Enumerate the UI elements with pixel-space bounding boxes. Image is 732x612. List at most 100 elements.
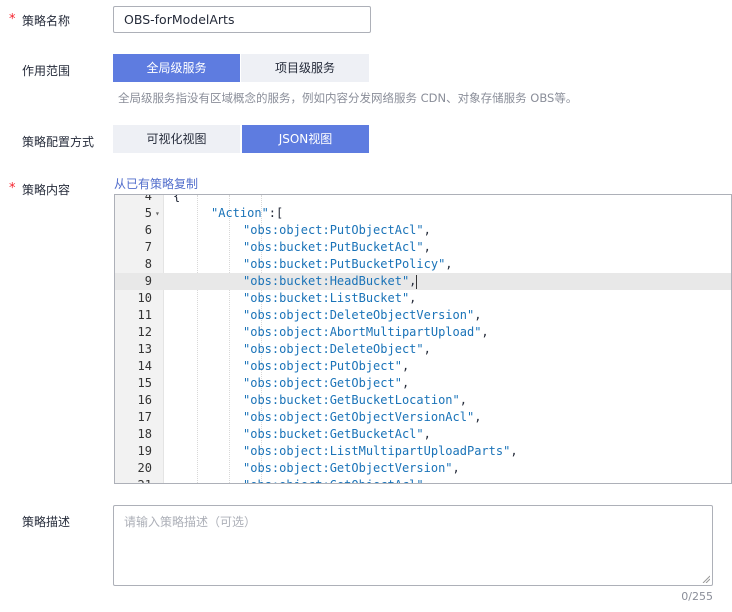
scope-label: 作用范围 — [22, 64, 71, 78]
code-line[interactable]: 21 "obs:object:GetObjectAcl", — [115, 477, 731, 483]
required-asterisk: * — [9, 181, 16, 196]
json-string: "obs:bucket:HeadBucket" — [243, 274, 410, 288]
json-punct: , — [510, 444, 518, 458]
code-line[interactable]: 4{ — [115, 194, 731, 205]
json-punct: , — [409, 274, 417, 288]
line-number: 14 — [137, 359, 152, 373]
code-text: "obs:object:GetObject", — [243, 375, 409, 392]
json-punct: , — [459, 393, 467, 407]
line-number: 7 — [144, 240, 152, 254]
text-cursor — [416, 274, 418, 289]
line-number: 15 — [137, 376, 152, 390]
json-punct: , — [409, 291, 417, 305]
json-string: "obs:bucket:PutBucketAcl" — [243, 240, 424, 254]
code-text: "obs:object:DeleteObjectVersion", — [243, 307, 481, 324]
scope-project-button[interactable]: 项目级服务 — [241, 54, 369, 82]
line-number: 18 — [137, 427, 152, 441]
code-text: "obs:bucket:ListBucket", — [243, 290, 416, 307]
code-line[interactable]: 8 "obs:bucket:PutBucketPolicy", — [115, 256, 731, 273]
line-number: 11 — [137, 308, 152, 322]
line-number: 6 — [144, 223, 152, 237]
json-punct: , — [401, 376, 410, 390]
line-number: 4 — [144, 194, 152, 203]
json-code-editor[interactable]: 4{5 ▾ "Action":[6 "obs:object:PutObjectAcl"… — [114, 194, 732, 484]
code-text: "obs:object:GetObjectVersion", — [243, 460, 460, 477]
json-string: "obs:object:PutObject" — [243, 359, 402, 373]
line-number: 17 — [137, 410, 152, 424]
code-text: "obs:bucket:GetBucketAcl", — [243, 426, 431, 443]
json-punct: , — [401, 359, 410, 373]
json-punct: , — [424, 478, 431, 483]
tab-json-view[interactable]: JSON视图 — [242, 125, 369, 153]
policy-name-label: 策略名称 — [22, 14, 71, 28]
json-string: "obs:bucket:PutBucketPolicy" — [243, 257, 446, 271]
code-text: "obs:bucket:PutBucketAcl", — [243, 239, 431, 256]
code-line[interactable]: 20 "obs:object:GetObjectVersion", — [115, 460, 731, 477]
json-string: "obs:object:GetObjectVersionAcl" — [243, 410, 475, 424]
code-line[interactable]: 7 "obs:bucket:PutBucketAcl", — [115, 239, 731, 256]
line-number: 12 — [137, 325, 152, 339]
line-number: 8 — [144, 257, 152, 271]
code-line[interactable]: 17 "obs:object:GetObjectVersionAcl", — [115, 409, 731, 426]
code-text: { — [173, 194, 181, 205]
code-line[interactable]: 16 "obs:bucket:GetBucketLocation", — [115, 392, 731, 409]
code-text: "obs:bucket:GetBucketLocation", — [243, 392, 467, 409]
json-punct: , — [423, 223, 431, 237]
json-string: "obs:bucket:GetBucketLocation" — [243, 393, 460, 407]
json-string: "obs:object:ListMultipartUploadParts" — [243, 444, 511, 458]
code-line[interactable]: 19 "obs:object:ListMultipartUploadParts", — [115, 443, 731, 460]
scope-hint: 全局级服务指没有区域概念的服务，例如内容分发网络服务 CDN、对象存储服务 OB… — [118, 91, 578, 105]
line-number: 21 — [115, 477, 152, 483]
required-asterisk: * — [9, 12, 16, 27]
code-line[interactable]: 10 "obs:bucket:ListBucket", — [115, 290, 731, 307]
json-string: "obs:object:PutObjectAcl" — [243, 223, 424, 237]
json-punct: :[ — [268, 206, 284, 220]
line-number: 19 — [137, 444, 152, 458]
editor-lines: 4{5 ▾ "Action":[6 "obs:object:PutObjectAcl"… — [115, 194, 731, 483]
copy-from-existing-link[interactable]: 从已有策略复制 — [114, 175, 198, 192]
code-line[interactable]: 14 "obs:object:PutObject", — [115, 358, 731, 375]
json-string: "obs:object:GetObject" — [243, 376, 402, 390]
resize-handle-icon[interactable] — [702, 575, 710, 583]
code-text: "obs:object:AbortMultipartUpload", — [243, 324, 489, 341]
code-line[interactable]: 9 "obs:bucket:HeadBucket", — [115, 273, 731, 290]
code-text: "obs:bucket:HeadBucket", — [243, 273, 418, 290]
description-textarea[interactable]: 请输入策略描述（可选） — [113, 505, 713, 586]
fold-toggle-icon[interactable]: ▾ — [155, 205, 160, 222]
code-text: "obs:object:PutObject", — [243, 358, 409, 375]
scope-global-button[interactable]: 全局级服务 — [113, 54, 240, 82]
json-string: "obs:object:GetObjectAcl" — [243, 478, 424, 483]
policy-content-label: 策略内容 — [22, 183, 71, 197]
json-string: "obs:object:DeleteObject" — [243, 342, 424, 356]
code-text: "Action":[ — [211, 205, 283, 222]
code-text: "obs:object:GetObjectAcl", — [243, 477, 431, 483]
json-string: "obs:object:GetObjectVersion" — [243, 461, 453, 475]
config-mode-label: 策略配置方式 — [22, 135, 95, 149]
json-punct: , — [474, 410, 482, 424]
json-punct: , — [423, 342, 431, 356]
policy-name-input[interactable]: OBS-forModelArts — [113, 6, 371, 33]
json-key: "Action" — [211, 206, 269, 220]
description-placeholder: 请输入策略描述（可选） — [124, 515, 257, 529]
code-text: "obs:object:ListMultipartUploadParts", — [243, 443, 518, 460]
json-punct: , — [452, 461, 460, 475]
code-text: "obs:object:PutObjectAcl", — [243, 222, 431, 239]
code-line[interactable]: 18 "obs:bucket:GetBucketAcl", — [115, 426, 731, 443]
code-line[interactable]: 13 "obs:object:DeleteObject", — [115, 341, 731, 358]
json-punct: { — [173, 194, 181, 203]
line-number: 5 — [144, 206, 152, 220]
code-text: "obs:object:DeleteObject", — [243, 341, 431, 358]
code-line[interactable]: 11 "obs:object:DeleteObjectVersion", — [115, 307, 731, 324]
json-punct: , — [423, 427, 431, 441]
code-line[interactable]: 15 "obs:object:GetObject", — [115, 375, 731, 392]
char-counter: 0/255 — [681, 590, 713, 603]
code-line[interactable]: 12 "obs:object:AbortMultipartUpload", — [115, 324, 731, 341]
code-line[interactable]: 6 "obs:object:PutObjectAcl", — [115, 222, 731, 239]
line-number: 13 — [137, 342, 152, 356]
json-punct: , — [474, 308, 482, 322]
line-number: 16 — [137, 393, 152, 407]
line-number: 20 — [137, 461, 152, 475]
code-line[interactable]: 5 ▾ "Action":[ — [115, 205, 731, 222]
line-number: 9 — [144, 274, 152, 288]
tab-visual-view[interactable]: 可视化视图 — [113, 125, 240, 153]
